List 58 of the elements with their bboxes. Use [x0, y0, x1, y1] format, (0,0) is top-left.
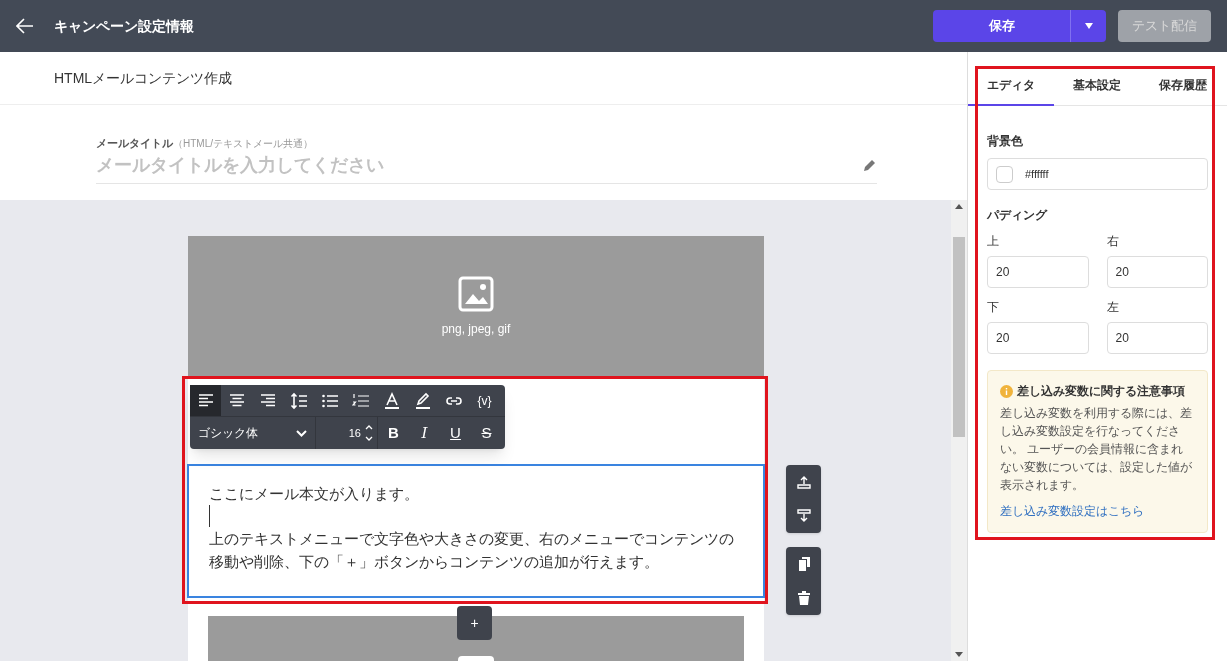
tab[interactable]: 基本設定 — [1054, 66, 1140, 106]
page-title: キャンペーン設定情報 — [54, 16, 194, 36]
mail-title-field[interactable]: メールタイトルを入力してください — [96, 151, 863, 179]
scroll-down-icon[interactable] — [955, 652, 963, 657]
field-label: 上 — [987, 233, 1000, 250]
scrollbar[interactable] — [951, 200, 967, 661]
save-dropdown-button[interactable] — [1070, 10, 1106, 42]
scroll-up-icon[interactable] — [955, 204, 963, 209]
field-label: 背景色 — [987, 133, 1024, 150]
insert-variable-button[interactable]: {v} — [469, 385, 500, 416]
field-label: 下 — [987, 299, 1000, 316]
color-swatch[interactable] — [996, 165, 1013, 183]
text-block[interactable]: ここにメール本文が入ります。 上のテキストメニューで文字色や大きさの変更、右のメニューでコンテンツの移動や削除、下の「＋」ボタンからコンテンツの追加が行えます。 — [187, 464, 765, 598]
font-select[interactable]: ゴシック体 — [190, 417, 316, 449]
copy-icon[interactable] — [797, 557, 810, 571]
notice-title: 差し込み変数に関する注意事項 — [1017, 383, 1185, 400]
field-label: メールタイトル — [96, 136, 173, 151]
italic-button[interactable]: I — [409, 417, 440, 449]
color-value: #ffffff — [1025, 166, 1049, 182]
settings-link[interactable]: 差し込み変数設定はこちら — [1000, 502, 1195, 521]
scrollbar-thumb[interactable] — [953, 237, 965, 437]
pencil-icon[interactable] — [863, 158, 877, 172]
section-heading: HTMLメールコンテンツ作成 — [54, 68, 233, 88]
image-caption: png, jpeg, gif — [441, 321, 511, 338]
save-button[interactable]: 保存 — [933, 10, 1070, 42]
padding-field[interactable]: 20 — [987, 256, 1089, 288]
field-note: （HTML/テキストメール共通） — [173, 137, 313, 151]
info-icon — [1000, 385, 1013, 399]
stepper-arrows-icon[interactable] — [365, 423, 373, 443]
add-content-button[interactable]: + — [457, 606, 492, 640]
padding-field[interactable]: 20 — [1106, 322, 1208, 354]
text-cursor — [209, 505, 210, 527]
field-label: 左 — [1106, 299, 1120, 316]
body-text: ここにメール本文が入ります。 — [209, 484, 420, 504]
numbered-list-icon — [351, 391, 370, 410]
strikethrough-button[interactable]: S — [471, 417, 502, 449]
bold-button[interactable]: B — [378, 417, 409, 449]
tab[interactable]: エディタ — [968, 66, 1054, 106]
align-left-button[interactable] — [190, 385, 221, 416]
body-text: 上のテキストメニューで文字色や大きさの変更、右のメニューでコンテンツの移動や削除、下の「＋」ボタンからコンテンツの追加が行えます。 — [209, 529, 735, 572]
highlighter-icon — [413, 391, 432, 410]
color-field[interactable]: #ffffff — [987, 158, 1208, 190]
font-size-stepper[interactable]: 16 — [316, 417, 378, 449]
section-label: パディング — [987, 207, 1049, 224]
tab[interactable]: 保存履歴 — [1140, 66, 1226, 106]
field-label: 右 — [1106, 233, 1120, 250]
line-height-icon — [289, 391, 308, 410]
padding-field[interactable]: 20 — [1106, 256, 1208, 288]
underline-button[interactable]: U — [440, 417, 471, 449]
trash-icon[interactable] — [797, 591, 810, 605]
notice-text: 差し込み変数を利用する際には、差し込み変数設定を行なってください。 ユーザーの会員情報に含まれない変数については、設定した値が表示されます。 — [1000, 405, 1193, 495]
caret-icon — [1084, 23, 1093, 29]
padding-field[interactable]: 20 — [987, 322, 1089, 354]
back-arrow-icon[interactable] — [16, 18, 34, 34]
move-up-icon[interactable] — [796, 475, 811, 489]
move-down-icon[interactable] — [796, 509, 811, 523]
text-color-icon — [382, 391, 401, 410]
chevron-down-icon — [296, 429, 307, 437]
